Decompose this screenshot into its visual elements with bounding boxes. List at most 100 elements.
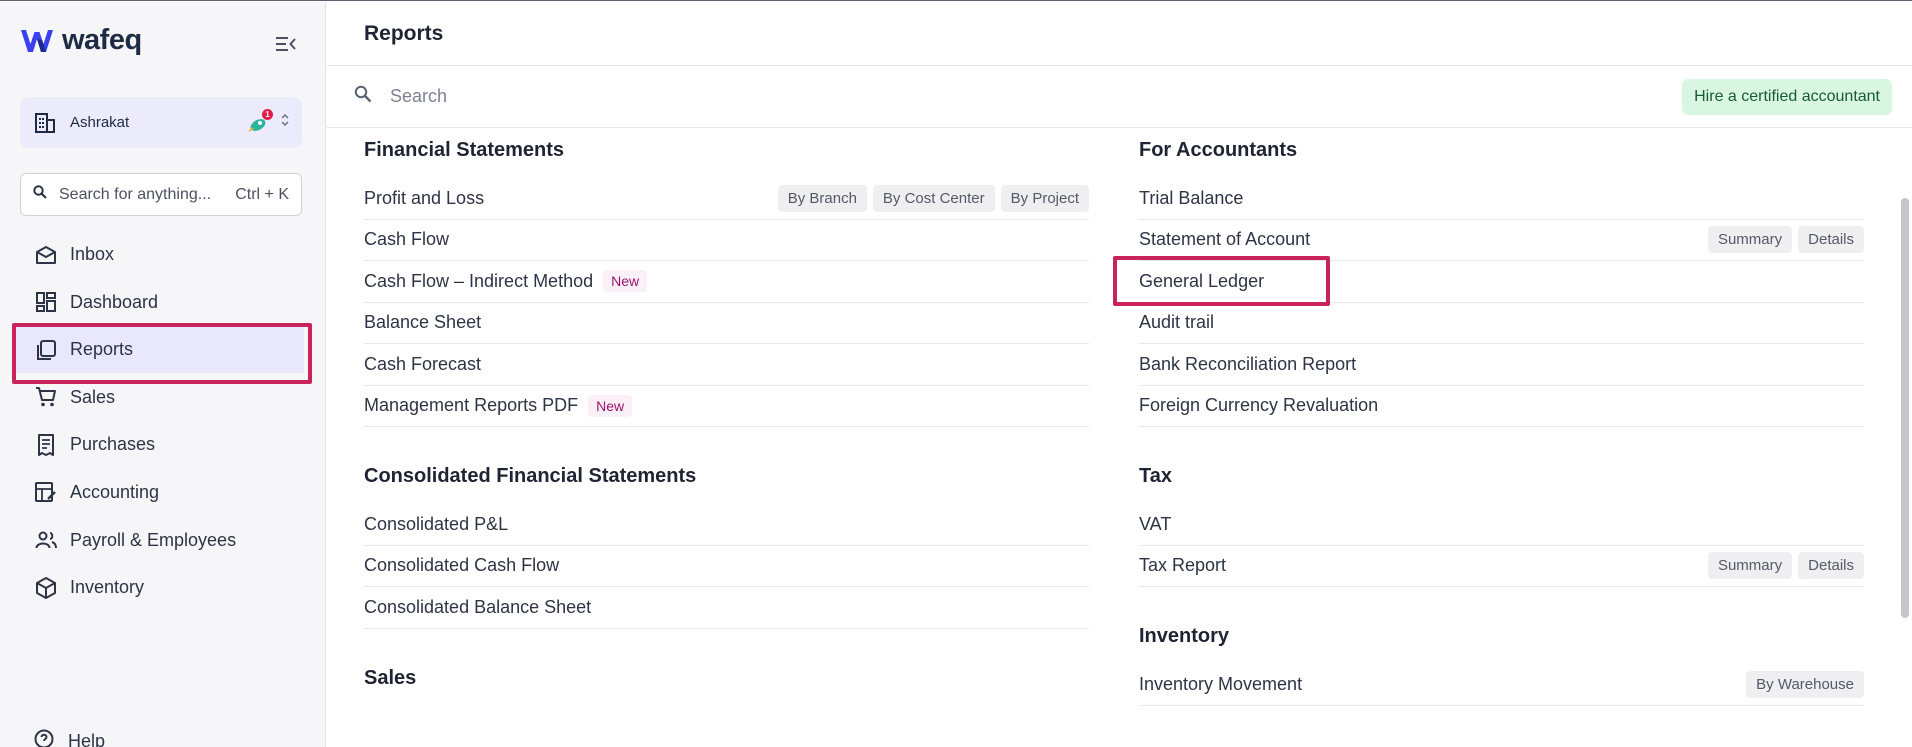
report-link-statement-of-account[interactable]: Statement of Account Summary Details: [1139, 220, 1864, 261]
report-variants: Summary Details: [1707, 226, 1864, 254]
hire-accountant-button[interactable]: Hire a certified accountant: [1682, 78, 1892, 115]
report-name: VAT: [1139, 513, 1172, 534]
new-badge: New: [588, 394, 633, 417]
report-name: Cash Flow: [364, 229, 450, 250]
collapse-sidebar-button[interactable]: [274, 32, 298, 56]
report-name: Bank Reconciliation Report: [1139, 353, 1357, 374]
variant-pill-summary[interactable]: Summary: [1707, 552, 1793, 580]
variant-pill-details[interactable]: Details: [1798, 226, 1864, 254]
sidebar-item-reports[interactable]: Reports: [12, 323, 312, 385]
report-link-cash-flow[interactable]: Cash Flow: [364, 220, 1089, 261]
variant-pill-by-cost-center[interactable]: By Cost Center: [872, 184, 995, 212]
report-variants: By Warehouse: [1746, 670, 1864, 698]
report-name: Consolidated P&L: [364, 513, 509, 534]
sidebar-item-payroll[interactable]: Payroll & Employees: [12, 517, 304, 564]
report-link-consolidated-balance-sheet[interactable]: Consolidated Balance Sheet: [364, 587, 1089, 629]
report-link-cash-forecast[interactable]: Cash Forecast: [364, 344, 1089, 386]
variant-pill-by-project[interactable]: By Project: [1000, 184, 1089, 212]
global-search-input[interactable]: Search for anything... Ctrl + K: [20, 173, 302, 216]
sidebar-item-label: Dashboard: [70, 291, 159, 312]
report-link-general-ledger[interactable]: General Ledger: [1113, 256, 1864, 306]
page-title: Reports: [364, 21, 444, 45]
variant-pill-details[interactable]: Details: [1798, 552, 1864, 580]
reports-column-left: Financial Statements Profit and Loss By Br…: [364, 129, 1089, 706]
main-content: Reports Search Hire a certified accounta…: [327, 2, 1912, 747]
report-section-tax: Tax VAT Tax Report Summary Details: [1139, 465, 1864, 587]
notification-badge: 1: [262, 108, 273, 120]
report-link-consolidated-cash-flow[interactable]: Consolidated Cash Flow: [364, 546, 1089, 587]
report-name: Consolidated Cash Flow: [364, 555, 560, 576]
report-name: Consolidated Balance Sheet: [364, 596, 592, 617]
report-link-vat[interactable]: VAT: [1139, 504, 1864, 546]
report-section-inventory: Inventory Inventory Movement By Warehouse: [1139, 625, 1864, 706]
report-link-profit-and-loss[interactable]: Profit and Loss By Branch By Cost Center By…: [364, 178, 1089, 220]
report-name: Audit trail: [1139, 312, 1215, 333]
report-link-audit-trail[interactable]: Audit trail: [1139, 303, 1864, 344]
report-link-consolidated-pandl[interactable]: Consolidated P&L: [364, 504, 1089, 546]
report-link-bank-reconciliation-report[interactable]: Bank Reconciliation Report: [1139, 344, 1864, 386]
building-icon: [34, 112, 56, 134]
reports-column-right: For Accountants Trial Balance Statement of…: [1113, 129, 1864, 706]
collapse-icon: [276, 37, 296, 51]
report-link-cash-flow-indirect-method[interactable]: Cash Flow – Indirect Method New: [364, 261, 1089, 303]
section-title: Financial Statements: [364, 139, 565, 161]
sidebar-item-inbox[interactable]: Inbox: [12, 231, 304, 278]
search-icon: [354, 85, 372, 108]
variant-pill-by-branch[interactable]: By Branch: [777, 184, 867, 212]
report-link-balance-sheet[interactable]: Balance Sheet: [364, 303, 1089, 344]
sidebar: wafeq Ashrakat 1 Search for anything... …: [0, 2, 326, 747]
report-link-tax-report[interactable]: Tax Report Summary Details: [1139, 546, 1864, 587]
chevron-up-down-icon: [280, 112, 290, 133]
report-section-sales: Sales: [364, 667, 1089, 696]
report-link-inventory-movement[interactable]: Inventory Movement By Warehouse: [1139, 664, 1864, 706]
app-window: wafeq Ashrakat 1 Search for anything... …: [0, 0, 1912, 747]
receipt-icon: [34, 433, 58, 457]
organization-switcher[interactable]: Ashrakat 1: [20, 97, 302, 148]
dashboard-icon: [34, 290, 58, 314]
report-name: Management Reports PDF: [364, 395, 579, 416]
report-link-foreign-currency-revaluation[interactable]: Foreign Currency Revaluation: [1139, 386, 1864, 427]
report-name: Cash Forecast: [364, 353, 482, 374]
keyboard-shortcut-hint: Ctrl + K: [235, 185, 289, 203]
help-label: Help: [68, 731, 106, 747]
notification-rocket-icon[interactable]: 1: [246, 108, 273, 134]
report-link-management-reports-pdf[interactable]: Management Reports PDF New: [364, 386, 1089, 427]
logo[interactable]: wafeq: [20, 24, 142, 57]
report-variants: By Branch By Cost Center By Project: [777, 184, 1089, 212]
new-badge: New: [603, 270, 648, 293]
sidebar-item-purchases[interactable]: Purchases: [12, 421, 304, 468]
people-icon: [34, 528, 58, 552]
help-icon: [34, 729, 54, 747]
report-section-consolidated-financial-statements: Consolidated Financial Statements Consoli…: [364, 465, 1089, 629]
report-section-for-accountants: For Accountants Trial Balance Statement of…: [1113, 139, 1864, 427]
help-link[interactable]: Help: [34, 729, 105, 747]
report-section-financial-statements: Financial Statements Profit and Loss By Br…: [364, 139, 1089, 427]
variant-pill-by-warehouse[interactable]: By Warehouse: [1746, 670, 1864, 698]
report-name: General Ledger: [1139, 270, 1265, 291]
section-title: For Accountants: [1139, 139, 1298, 161]
section-title: Consolidated Financial Statements: [364, 465, 697, 487]
report-name: Inventory Movement: [1139, 673, 1303, 694]
page-header: Reports: [327, 2, 1912, 66]
global-search-placeholder: Search for anything...: [59, 185, 212, 203]
vertical-scrollbar[interactable]: [1901, 198, 1909, 618]
report-link-trial-balance[interactable]: Trial Balance: [1139, 178, 1864, 220]
report-name: Balance Sheet: [364, 312, 482, 333]
sidebar-item-label: Reports: [70, 339, 134, 360]
sidebar-item-accounting[interactable]: Accounting: [12, 469, 304, 516]
sidebar-item-dashboard[interactable]: Dashboard: [12, 279, 304, 326]
variant-pill-summary[interactable]: Summary: [1707, 226, 1793, 254]
wafeq-logo-icon: [20, 27, 54, 55]
sidebar-item-label: Inventory: [70, 577, 145, 598]
reports-search-input[interactable]: Search: [390, 86, 1682, 107]
report-name: Foreign Currency Revaluation: [1139, 395, 1379, 416]
inbox-icon: [34, 243, 58, 267]
sidebar-item-label: Purchases: [70, 434, 156, 455]
sidebar-item-inventory[interactable]: Inventory: [12, 564, 304, 611]
reports-toolbar: Search Hire a certified accountant: [327, 66, 1912, 128]
sidebar-item-sales[interactable]: Sales: [12, 374, 304, 421]
report-name: Cash Flow – Indirect Method: [364, 270, 594, 291]
search-icon: [33, 185, 47, 204]
ledger-icon: [34, 480, 58, 504]
reports-icon: [34, 338, 58, 362]
